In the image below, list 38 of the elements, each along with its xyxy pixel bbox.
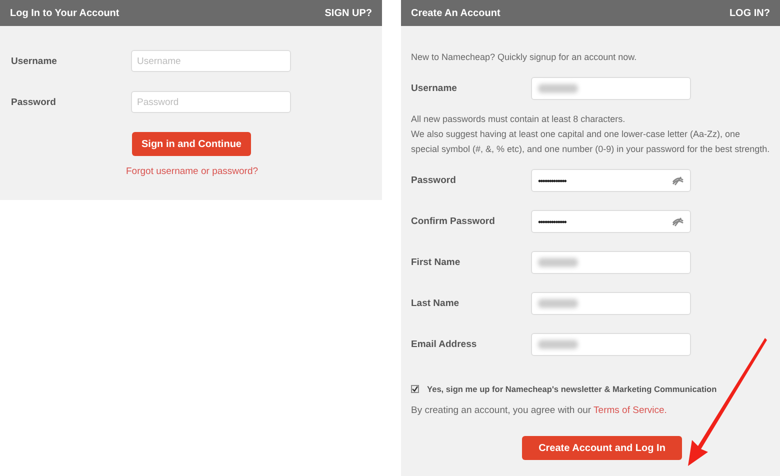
help-text: We also suggest having at least one capital and one lower-case letter (Aa-Zz), one special symbol (#, &, % etc), and one number (0-9) in your password for the best strength. [411, 128, 770, 156]
terms-link[interactable]: Terms of Service. [594, 405, 667, 416]
sign-in-button[interactable]: Sign in and Continue [132, 132, 251, 156]
forgot-link[interactable]: Forgot username or password? [126, 166, 258, 177]
panel-title: Log In to Your Account [10, 8, 120, 18]
hide-password-icon[interactable] [672, 216, 684, 226]
field-label: Confirm Password [411, 216, 496, 227]
input-field[interactable] [531, 251, 691, 274]
signup-link[interactable]: SIGN UP? [324, 8, 372, 18]
field-label: First Name [411, 257, 462, 268]
newsletter-checkbox[interactable] [411, 385, 419, 393]
input-field[interactable] [531, 333, 691, 356]
field-label: Username [411, 83, 458, 94]
blurred-value [538, 299, 578, 308]
masked-value: ••••••••••••• [538, 176, 566, 186]
field-label: Password [11, 96, 57, 108]
blurred-value [538, 84, 578, 93]
help-text: New to Namecheap? Quickly signup for an account now. [411, 51, 638, 64]
field-label: Password [411, 175, 457, 186]
blurred-value [538, 340, 578, 349]
field-label: Username [11, 56, 58, 66]
login-link[interactable]: LOG IN? [729, 8, 770, 18]
input-field[interactable]: Password [131, 91, 291, 113]
input-field[interactable]: ••••••••••••• [531, 210, 691, 233]
input-field[interactable] [531, 77, 691, 100]
input-field[interactable]: ••••••••••••• [531, 169, 691, 192]
input-field[interactable] [531, 292, 691, 315]
field-label: Email Address [411, 339, 478, 350]
hide-password-icon[interactable] [672, 176, 684, 186]
create-account-button[interactable]: Create Account and Log In [522, 436, 682, 460]
blurred-value [538, 258, 578, 267]
input-field[interactable]: Username [131, 50, 291, 72]
checkbox-label: Yes, sign me up for Namecheap's newsletter & Marketing Communication [427, 384, 717, 394]
help-text: All new passwords must contain at least 8 characters. [411, 113, 626, 126]
field-label: Last Name [411, 298, 460, 309]
panel-title: Create An Account [411, 8, 500, 18]
masked-value: ••••••••••••• [538, 216, 566, 226]
terms-text: By creating an account, you agree with our Terms of Service. [411, 405, 668, 416]
